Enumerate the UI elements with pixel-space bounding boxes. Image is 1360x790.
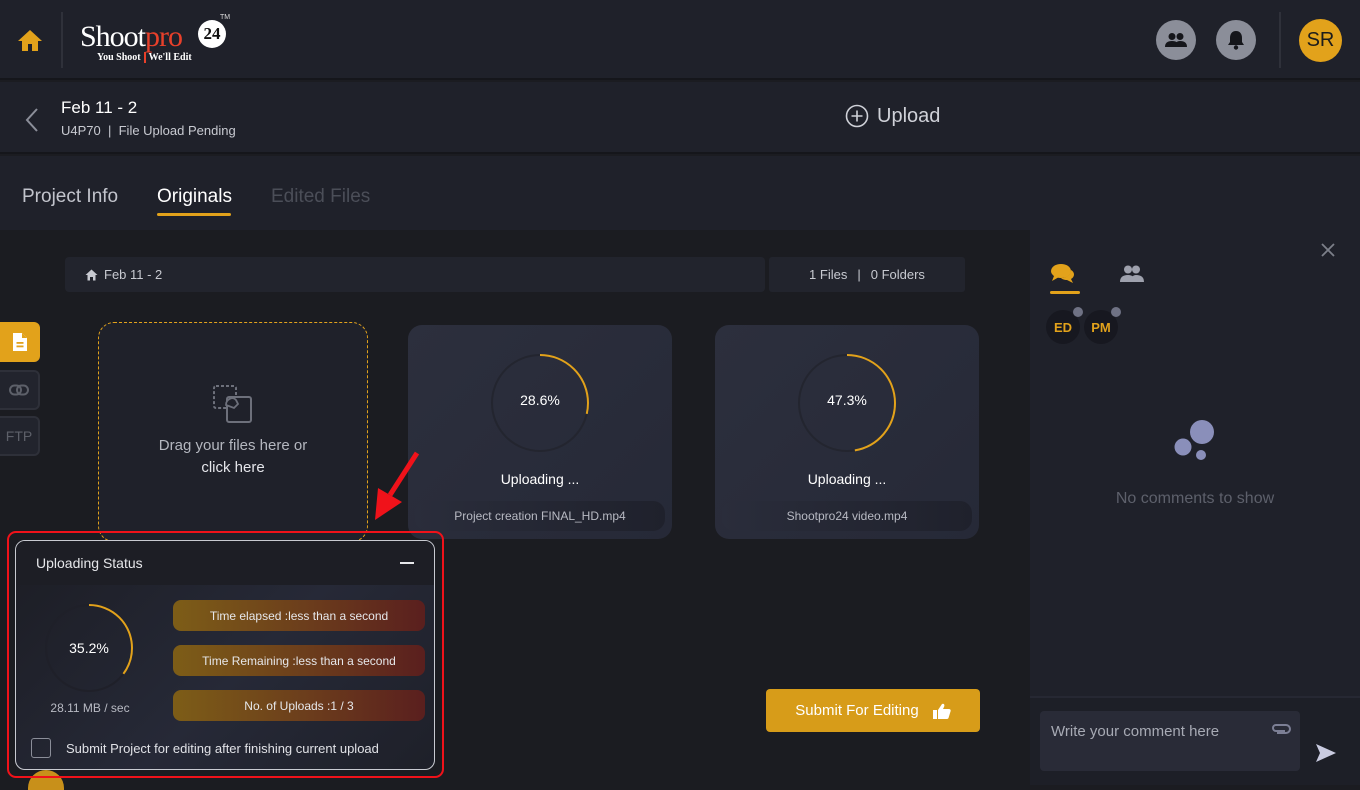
empty-comments-icon <box>1174 420 1214 460</box>
dropzone-click-link[interactable]: click here <box>99 457 367 479</box>
tagline-bar <box>143 52 146 64</box>
time-elapsed-pill: Time elapsed : less than a second <box>173 600 425 631</box>
breadcrumb: Feb 11 - 2 <box>65 257 765 292</box>
pill-value: less than a second <box>295 653 396 668</box>
folders-count: 0 Folders <box>870 267 925 282</box>
header-divider <box>61 12 63 68</box>
time-remaining-pill: Time Remaining : less than a second <box>173 645 425 676</box>
dropzone-instruction: Drag your files here or <box>158 437 308 454</box>
user-avatar[interactable]: SR <box>1299 19 1342 62</box>
link-icon <box>9 384 29 396</box>
files-count: 1 Files <box>809 267 848 282</box>
tagline-right: We'll Edit <box>148 52 192 63</box>
upload-status: Uploading ... <box>807 471 887 487</box>
members-tab-icon[interactable] <box>1120 265 1144 282</box>
project-status: File Upload Pending <box>118 123 236 138</box>
top-bar: Shootpro 24 TM You Shoot We'll Edit SR <box>0 0 1360 80</box>
home-small-icon[interactable] <box>85 269 98 281</box>
send-icon[interactable] <box>1315 743 1337 763</box>
file-folder-counts: 1 Files | 0 Folders <box>769 257 965 292</box>
tab-project-info[interactable]: Project Info <box>22 186 118 208</box>
upload-filename: Shootpro24 video.mp4 <box>722 501 972 531</box>
pill-label: No. of Uploads : <box>244 698 331 713</box>
tab-originals[interactable]: Originals <box>157 186 232 208</box>
shootpro24-logo[interactable]: Shootpro 24 TM You Shoot We'll Edit <box>80 14 240 66</box>
tagline-left: You Shoot <box>97 52 141 63</box>
member-avatar-ed[interactable]: ED <box>1046 307 1083 344</box>
auto-submit-checkbox[interactable] <box>31 738 51 758</box>
source-tab-link[interactable] <box>0 370 40 410</box>
team-icon <box>1165 33 1187 47</box>
member-status-dot <box>1073 307 1083 317</box>
source-tab-ftp[interactable]: FTP <box>0 416 40 456</box>
uploading-status-panel: Uploading Status 35.2% 28.11 MB / sec Ti… <box>15 540 435 770</box>
pill-label: Time elapsed : <box>209 608 289 623</box>
overall-percent: 35.2% <box>69 640 109 656</box>
annotation-arrow-icon <box>375 451 420 520</box>
minimize-button[interactable] <box>400 562 414 564</box>
comment-composer <box>1030 696 1360 785</box>
logo-tagline: You Shoot We'll Edit <box>97 52 192 64</box>
paperclip-icon[interactable] <box>1271 723 1291 735</box>
comments-tab-icon[interactable] <box>1050 263 1076 285</box>
project-separator: | <box>107 123 112 138</box>
empty-comments-text: No comments to show <box>1115 490 1275 507</box>
project-title: Feb 11 - 2 <box>61 98 138 117</box>
submit-label: Submit For Editing <box>795 702 919 719</box>
comments-tab-indicator <box>1050 291 1080 294</box>
plus-circle-icon <box>845 104 869 128</box>
status-panel-title: Uploading Status <box>36 555 143 571</box>
pill-value: 1 / 3 <box>330 698 354 713</box>
chevron-left-icon <box>25 108 38 132</box>
pill-value: less than a second <box>288 608 389 623</box>
project-code: U4P70 <box>61 123 101 138</box>
project-bar: Feb 11 - 2 U4P70 | File Upload Pending U… <box>0 82 1360 154</box>
logo-word: Shoot <box>80 20 146 53</box>
upload-card: 47.3% Uploading ... Shootpro24 video.mp4 <box>715 325 979 539</box>
logo-trademark: TM <box>220 14 231 21</box>
notifications-button[interactable] <box>1216 20 1256 60</box>
member-status-dot <box>1111 307 1121 317</box>
bell-icon <box>1228 31 1244 50</box>
home-icon <box>18 30 42 51</box>
breadcrumb-item[interactable]: Feb 11 - 2 <box>104 267 162 282</box>
file-dropzone[interactable]: Drag your files here or click here <box>98 322 368 542</box>
upload-speed: 28.11 MB / sec <box>50 701 130 715</box>
upload-percent: 47.3% <box>827 392 867 408</box>
uploads-count-pill: No. of Uploads : 1 / 3 <box>173 690 425 721</box>
comment-input[interactable] <box>1040 711 1300 771</box>
back-button[interactable] <box>22 106 42 134</box>
comments-panel: ED PM No comments to show <box>1030 230 1360 785</box>
auto-submit-label: Submit Project for editing after finishi… <box>66 740 379 756</box>
project-tabs: Project Info Originals Edited Files <box>0 156 1360 230</box>
upload-percent: 28.6% <box>520 392 560 408</box>
upload-filename: Project creation FINAL_HD.mp4 <box>415 501 665 531</box>
header-divider-right <box>1279 12 1281 68</box>
active-tab-indicator <box>157 213 231 216</box>
member-initials: PM <box>1091 319 1111 335</box>
logo-badge: 24 <box>198 20 226 48</box>
upload-label: Upload <box>877 104 941 127</box>
ftp-label: FTP <box>5 428 33 444</box>
logo-word-accent: pro <box>145 20 183 53</box>
document-icon <box>13 333 27 351</box>
pill-label: Time Remaining : <box>202 653 296 668</box>
member-avatar-pm[interactable]: PM <box>1084 307 1121 344</box>
project-subtitle: U4P70 | File Upload Pending <box>61 123 236 138</box>
upload-button[interactable]: Upload <box>845 104 940 128</box>
member-initials: ED <box>1053 319 1073 335</box>
counts-separator: | <box>857 267 861 282</box>
source-tab-files[interactable] <box>0 322 40 362</box>
upload-status: Uploading ... <box>500 471 580 487</box>
team-button[interactable] <box>1156 20 1196 60</box>
home-button[interactable] <box>14 26 46 54</box>
tab-edited-files[interactable]: Edited Files <box>271 186 370 208</box>
submit-for-editing-button[interactable]: Submit For Editing <box>766 689 980 732</box>
drag-drop-icon <box>213 385 252 423</box>
close-icon[interactable] <box>1320 242 1336 258</box>
thumbs-up-icon <box>932 703 951 719</box>
upload-card: 28.6% Uploading ... Project creation FIN… <box>408 325 672 539</box>
auto-submit-option: Submit Project for editing after finishi… <box>31 738 379 758</box>
